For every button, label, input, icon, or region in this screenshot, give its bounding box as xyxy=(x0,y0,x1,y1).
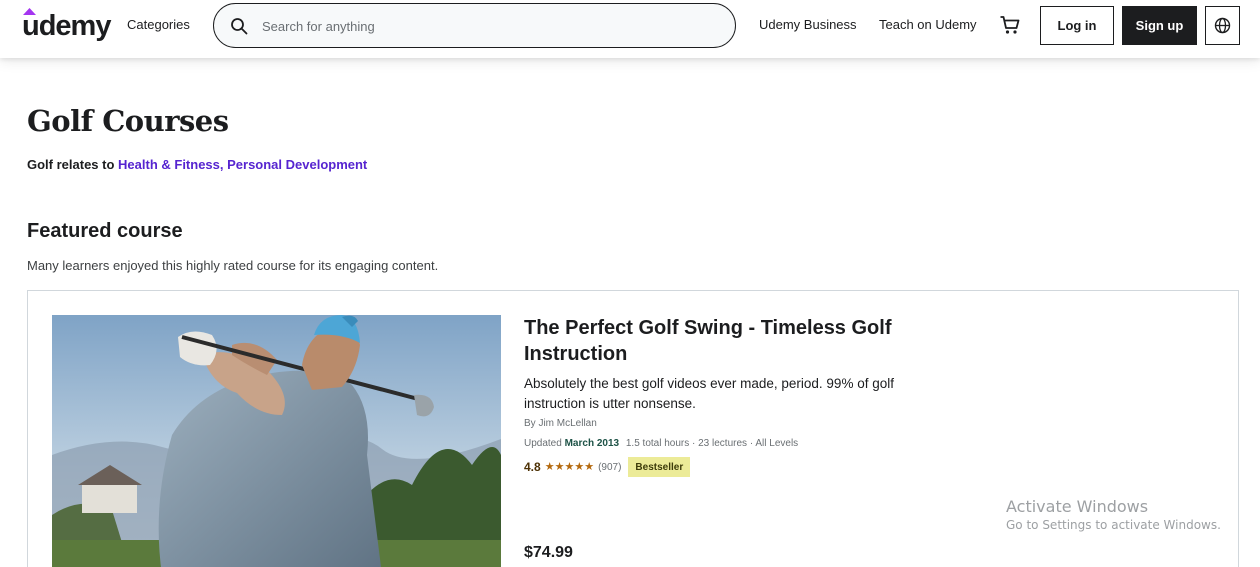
star-icon: ★ xyxy=(584,461,595,473)
login-button[interactable]: Log in xyxy=(1040,6,1114,45)
signup-button[interactable]: Sign up xyxy=(1122,6,1197,45)
course-author: By Jim McLellan xyxy=(524,418,597,429)
relates-links[interactable]: Health & Fitness, Personal Development xyxy=(118,157,367,172)
course-price: $74.99 xyxy=(524,544,573,561)
relates-text: Golf relates to Health & Fitness, Person… xyxy=(27,157,367,172)
rating-row: 4.8 ★ ★ ★ ★ ★ (907) Bestseller xyxy=(524,457,691,477)
globe-icon xyxy=(1214,17,1231,34)
star-icon: ★ xyxy=(544,461,555,473)
site-header: udemy Categories Udemy Business Teach on… xyxy=(0,0,1260,58)
star-icon: ★ xyxy=(554,461,565,473)
featured-subtitle: Many learners enjoyed this highly rated … xyxy=(27,258,439,273)
course-thumbnail[interactable] xyxy=(52,315,501,567)
watermark-line2: Go to Settings to activate Windows. xyxy=(1006,518,1221,532)
cart-icon[interactable] xyxy=(999,14,1021,36)
course-meta: Updated March 2013 1.5 total hours · 23 … xyxy=(524,438,798,449)
rating-value: 4.8 xyxy=(524,460,541,474)
language-button[interactable] xyxy=(1205,6,1240,45)
updated-date: March 2013 xyxy=(564,438,620,449)
star-icon: ★ xyxy=(574,461,585,473)
windows-activation-watermark: Activate Windows Go to Settings to activ… xyxy=(1006,497,1221,532)
course-description: Absolutely the best golf videos ever mad… xyxy=(524,376,894,411)
bestseller-badge: Bestseller xyxy=(628,457,691,477)
udemy-logo[interactable]: udemy xyxy=(22,8,111,44)
course-details: 1.5 total hours · 23 lectures · All Leve… xyxy=(625,438,799,449)
udemy-business-link[interactable]: Udemy Business xyxy=(759,17,857,32)
search-input[interactable] xyxy=(262,14,722,38)
teach-on-udemy-link[interactable]: Teach on Udemy xyxy=(879,17,977,32)
star-rating: ★ ★ ★ ★ ★ xyxy=(545,461,594,473)
categories-link[interactable]: Categories xyxy=(127,17,190,32)
course-title[interactable]: The Perfect Golf Swing - Timeless Golf I… xyxy=(524,315,964,367)
search-icon[interactable] xyxy=(230,17,248,35)
featured-heading: Featured course xyxy=(27,220,183,242)
page-title: Golf Courses xyxy=(27,104,229,138)
rating-count: (907) xyxy=(598,461,622,473)
updated-prefix: Updated xyxy=(524,438,565,449)
golfer-image xyxy=(52,315,501,567)
watermark-line1: Activate Windows xyxy=(1006,497,1149,516)
relates-prefix: Golf relates to xyxy=(27,157,119,172)
star-icon: ★ xyxy=(564,461,575,473)
search-bar[interactable] xyxy=(213,3,736,48)
logo-text: udemy xyxy=(22,10,111,42)
